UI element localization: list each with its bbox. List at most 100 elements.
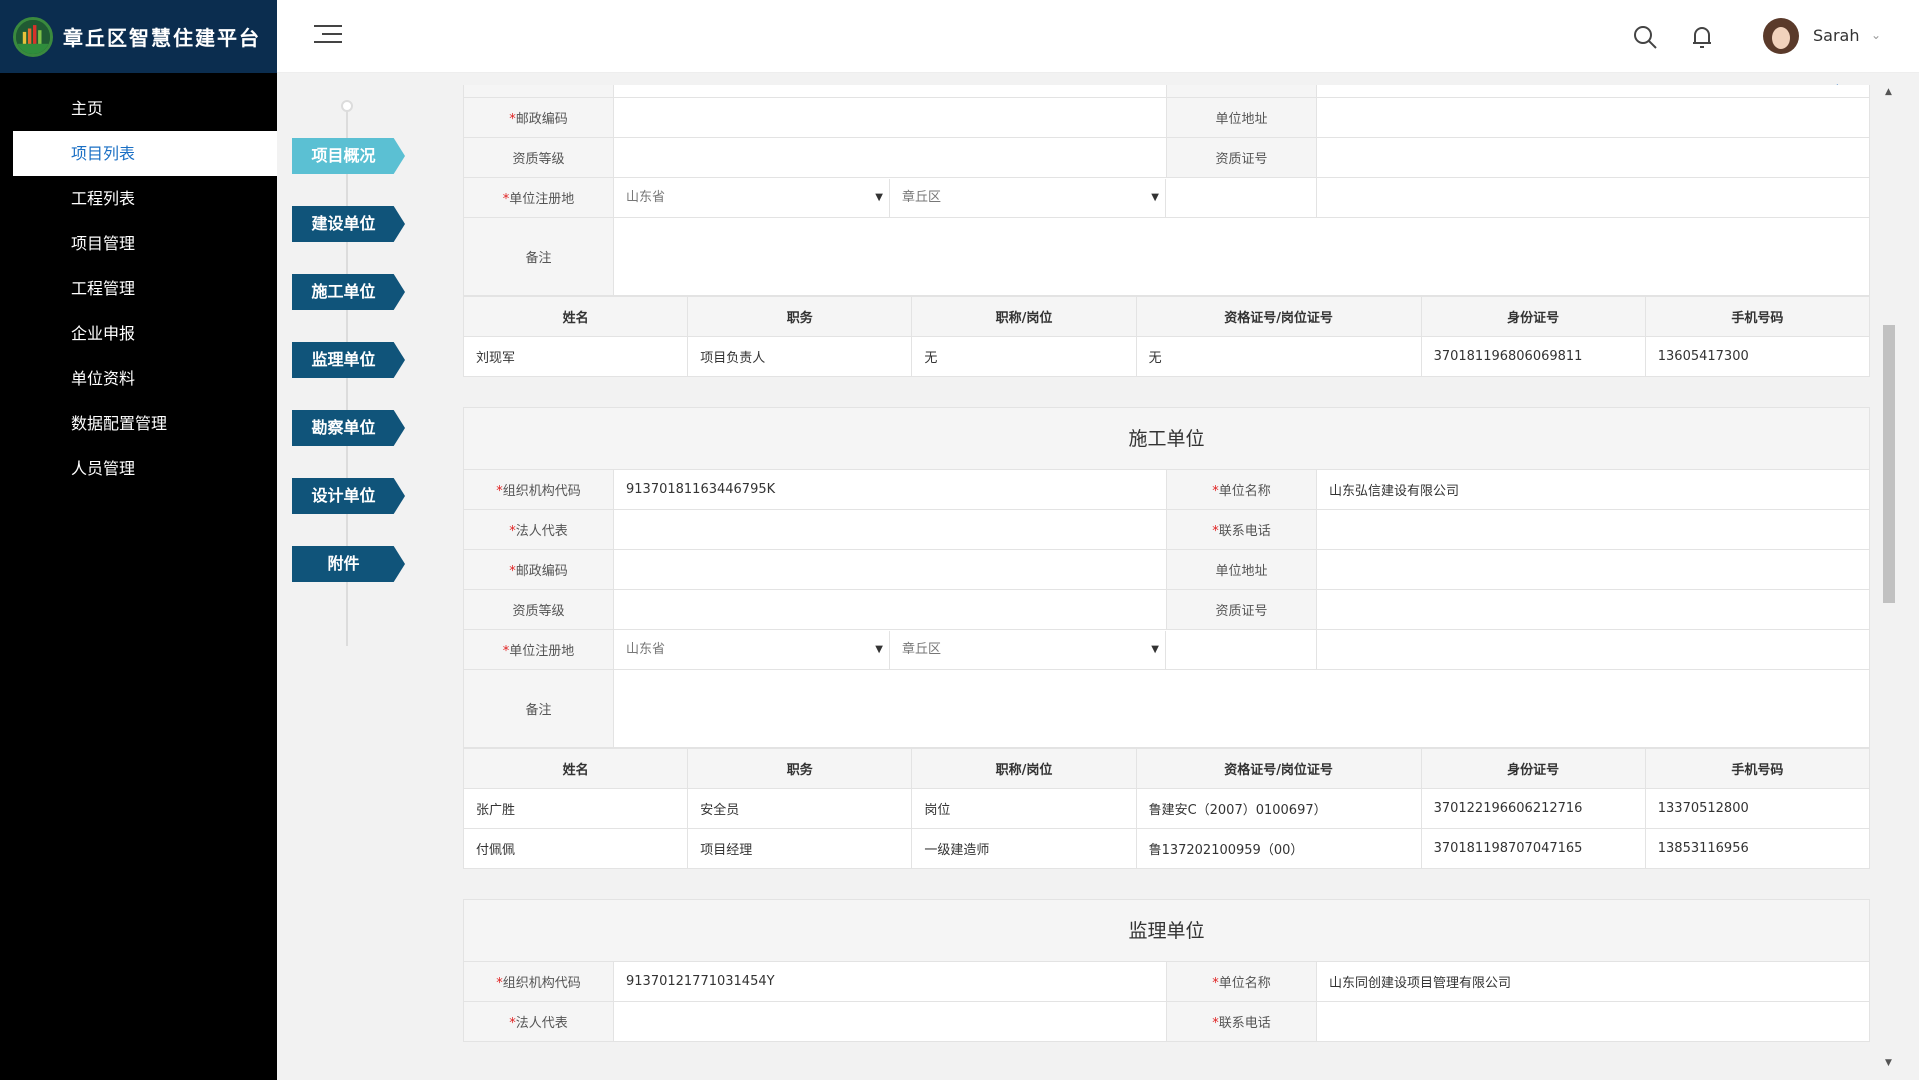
chevron-down-icon[interactable]: ⌄ <box>1871 28 1881 42</box>
logo-icon <box>13 16 53 57</box>
vertical-scrollbar[interactable]: ▲ ▼ <box>1881 85 1897 1070</box>
sidebar-item-enterprise-declaration[interactable]: 企业申报 <box>13 311 277 356</box>
org-code-field[interactable]: 91370181163446795K <box>613 469 1167 510</box>
col-phone: 手机号码 <box>1644 748 1870 789</box>
org-code-field[interactable]: 91370121771031454Y <box>613 961 1167 1002</box>
bell-icon[interactable] <box>1689 24 1715 50</box>
reg-place-label: *单位注册地 <box>463 177 614 218</box>
step-start-dot <box>341 100 353 112</box>
contractor-section-title: 施工单位 <box>463 407 1870 469</box>
legal-rep-label: *法人代表 <box>463 1001 614 1042</box>
unit-address-field[interactable] <box>1316 97 1870 138</box>
reg-place-selects: 山东省 ▼ 章丘区 ▼ <box>613 629 1317 670</box>
col-id: 身份证号 <box>1420 748 1646 789</box>
step-project-overview[interactable]: 项目概况 <box>292 138 405 174</box>
remark-field[interactable] <box>613 669 1870 748</box>
sidebar-item-data-config[interactable]: 数据配置管理 <box>13 401 277 446</box>
username[interactable]: Sarah <box>1813 26 1859 45</box>
owner-form: 法人代表 高文清 联系电话 0531-83206910 *邮政编码 单位地址 资… <box>463 85 1870 296</box>
sidebar-item-personnel[interactable]: 人员管理 <box>13 446 277 491</box>
qual-cert-label: 资质证号 <box>1166 137 1317 178</box>
supervisor-section-title: 监理单位 <box>463 899 1870 961</box>
qual-level-field[interactable] <box>613 137 1167 178</box>
table-row: 刘现军 项目负责人 无 无 370181196806069811 1360541… <box>463 336 1870 377</box>
scroll-thumb[interactable] <box>1883 325 1895 603</box>
unit-name-label: *单位名称 <box>1166 469 1317 510</box>
scroll-up-icon[interactable]: ▲ <box>1885 87 1892 97</box>
postcode-field[interactable] <box>613 549 1167 590</box>
org-code-label: *组织机构代码 <box>463 469 614 510</box>
reg-place-detail-field[interactable] <box>1316 629 1870 670</box>
sidebar-item-home[interactable]: 主页 <box>13 86 277 131</box>
legal-rep-field[interactable]: 高文清 <box>613 85 1167 98</box>
step-design-unit[interactable]: 设计单位 <box>292 478 405 514</box>
step-contractor[interactable]: 施工单位 <box>292 274 405 310</box>
unit-name-field[interactable]: 山东同创建设项目管理有限公司 <box>1316 961 1870 1002</box>
qual-cert-field[interactable] <box>1316 137 1870 178</box>
table-row: 张广胜 安全员 岗位 鲁建安C（2007）0100697） 3701221966… <box>463 788 1870 829</box>
qual-cert-field[interactable] <box>1316 589 1870 630</box>
contact-phone-label: *联系电话 <box>1166 509 1317 550</box>
legal-rep-field[interactable] <box>613 1001 1167 1042</box>
sidebar-item-project-management[interactable]: 项目管理 <box>13 221 277 266</box>
postcode-label: *邮政编码 <box>463 549 614 590</box>
step-supervisor[interactable]: 监理单位 <box>292 342 405 378</box>
district-select[interactable]: 章丘区 ▼ <box>890 630 1166 669</box>
form-panel: 法人代表 高文清 联系电话 0531-83206910 *邮政编码 单位地址 资… <box>463 85 1870 1070</box>
org-code-label: *组织机构代码 <box>463 961 614 1002</box>
unit-name-label: *单位名称 <box>1166 961 1317 1002</box>
col-duty: 职务 <box>687 296 913 337</box>
reg-place-label: *单位注册地 <box>463 629 614 670</box>
district-select[interactable]: 章丘区 ▼ <box>890 178 1166 217</box>
menu-toggle-icon[interactable] <box>314 25 342 47</box>
qual-level-label: 资质等级 <box>463 137 614 178</box>
col-name: 姓名 <box>463 296 689 337</box>
qual-level-field[interactable] <box>613 589 1167 630</box>
contact-phone-field[interactable] <box>1316 1001 1870 1042</box>
contractor-people-table: 姓名 职务 职称/岗位 资格证号/岗位证号 身份证号 手机号码 张广胜 安全员 … <box>463 748 1870 869</box>
sidebar-item-engineering-management[interactable]: 工程管理 <box>13 266 277 311</box>
col-id: 身份证号 <box>1420 296 1646 337</box>
sidebar: 章丘区智慧住建平台 主页 项目列表 工程列表 项目管理 工程管理 企业申报 单位… <box>0 0 277 1080</box>
remark-field[interactable] <box>613 217 1870 296</box>
unit-name-field[interactable]: 山东弘信建设有限公司 <box>1316 469 1870 510</box>
province-select[interactable]: 山东省 ▼ <box>614 178 890 217</box>
top-header: Sarah ⌄ <box>277 0 1919 73</box>
step-construction-owner[interactable]: 建设单位 <box>292 206 405 242</box>
table-row: 付佩佩 项目经理 一级建造师 鲁137202100959（00） 3701811… <box>463 828 1870 869</box>
legal-rep-label: 法人代表 <box>463 85 614 98</box>
sidebar-menu: 主页 项目列表 工程列表 项目管理 工程管理 企业申报 单位资料 数据配置管理 … <box>0 86 277 491</box>
unit-address-label: 单位地址 <box>1166 549 1317 590</box>
sidebar-item-unit-data[interactable]: 单位资料 <box>13 356 277 401</box>
postcode-label: *邮政编码 <box>463 97 614 138</box>
contractor-form: *组织机构代码 91370181163446795K *单位名称 山东弘信建设有… <box>463 469 1870 748</box>
avatar[interactable] <box>1763 18 1799 54</box>
unit-address-field[interactable] <box>1316 549 1870 590</box>
brand-bar: 章丘区智慧住建平台 <box>0 0 277 73</box>
col-cert: 资格证号/岗位证号 <box>1135 296 1422 337</box>
sidebar-item-project-list[interactable]: 项目列表 <box>13 131 277 176</box>
col-title: 职称/岗位 <box>911 296 1137 337</box>
main-content: 项目概况 建设单位 施工单位 监理单位 勘察单位 设计单位 附件 法人代表 高文… <box>277 73 1919 1080</box>
contact-phone-field[interactable] <box>1316 509 1870 550</box>
qual-level-label: 资质等级 <box>463 589 614 630</box>
postcode-field[interactable] <box>613 97 1167 138</box>
contact-phone-label: *联系电话 <box>1166 1001 1317 1042</box>
qual-cert-label: 资质证号 <box>1166 589 1317 630</box>
step-survey-unit[interactable]: 勘察单位 <box>292 410 405 446</box>
reg-place-detail-field[interactable] <box>1316 177 1870 218</box>
reg-place-selects: 山东省 ▼ 章丘区 ▼ <box>613 177 1317 218</box>
sidebar-item-engineering-list[interactable]: 工程列表 <box>13 176 277 221</box>
scroll-down-icon[interactable]: ▼ <box>1885 1058 1892 1068</box>
contact-phone-field[interactable]: 0531-83206910 <box>1316 85 1870 98</box>
col-name: 姓名 <box>463 748 689 789</box>
step-attachments[interactable]: 附件 <box>292 546 405 582</box>
col-duty: 职务 <box>687 748 913 789</box>
col-title: 职称/岗位 <box>911 748 1137 789</box>
search-icon[interactable] <box>1632 24 1658 50</box>
province-select[interactable]: 山东省 ▼ <box>614 630 890 669</box>
step-nav: 项目概况 建设单位 施工单位 监理单位 勘察单位 设计单位 附件 <box>292 98 422 658</box>
app-title: 章丘区智慧住建平台 <box>63 26 261 50</box>
col-phone: 手机号码 <box>1644 296 1870 337</box>
legal-rep-field[interactable] <box>613 509 1167 550</box>
